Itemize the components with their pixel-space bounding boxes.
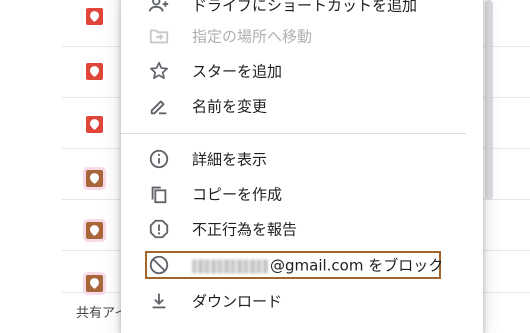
redacted-email: [192, 259, 268, 273]
menu-item-move[interactable]: 指定の場所へ移動: [121, 19, 483, 53]
menu-item-label: ダウンロード: [192, 292, 283, 311]
menu-item-make-copy[interactable]: コピーを作成: [121, 177, 483, 211]
block-icon: [147, 253, 171, 277]
menu-item-report-abuse[interactable]: 不正行為を報告: [121, 212, 483, 246]
download-icon: [147, 289, 171, 313]
menu-item-details[interactable]: 詳細を表示: [121, 142, 483, 176]
map-file-icon[interactable]: [86, 8, 103, 25]
rename-pencil-icon: [147, 94, 171, 118]
move-folder-icon: [147, 24, 171, 48]
star-icon: [147, 59, 171, 83]
menu-item-label: 不正行為を報告: [192, 220, 298, 239]
map-file-icon[interactable]: [86, 222, 103, 239]
menu-item-label: @gmail.com をブロック: [270, 256, 444, 275]
map-file-icon[interactable]: [86, 63, 103, 80]
menu-item-rename[interactable]: 名前を変更: [121, 89, 483, 123]
block-user-label: @gmail.com をブロック: [192, 255, 443, 276]
map-file-icon[interactable]: [86, 275, 103, 292]
menu-item-label: コピーを作成: [192, 185, 283, 204]
menu-item-add-star[interactable]: スターを追加: [121, 54, 483, 88]
report-icon: [147, 217, 171, 241]
menu-item-label: 指定の場所へ移動: [192, 27, 313, 46]
map-file-icon[interactable]: [86, 170, 103, 187]
menu-item-block-user[interactable]: @gmail.com をブロック: [121, 248, 483, 282]
menu-divider: [121, 133, 466, 134]
menu-item-download[interactable]: ダウンロード: [121, 284, 483, 318]
info-icon: [147, 147, 171, 171]
add-shortcut-icon: [147, 0, 171, 17]
copy-icon: [147, 182, 171, 206]
map-file-icon[interactable]: [86, 116, 103, 133]
context-menu: ドライブにショートカットを追加 指定の場所へ移動 スターを追加 名前を変更 詳細…: [121, 0, 483, 333]
menu-item-label: ドライブにショートカットを追加: [192, 0, 418, 15]
menu-item-label: 詳細を表示: [192, 150, 268, 169]
scrollbar[interactable]: [485, 0, 493, 200]
menu-item-label: 名前を変更: [192, 97, 268, 116]
menu-item-label: スターを追加: [192, 62, 283, 81]
